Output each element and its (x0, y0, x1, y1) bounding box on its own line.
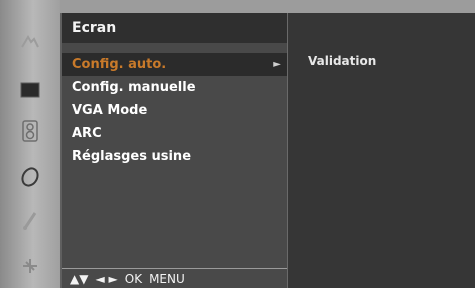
screen-icon[interactable] (15, 76, 45, 104)
navigation-hint-bar: ▲▼ ◄ ► OK MENU (62, 268, 289, 288)
up-down-arrows-icon: ▲▼ (70, 271, 89, 286)
settings-icon[interactable] (15, 252, 45, 280)
menu-item-auto-config[interactable]: Config. auto. ► (62, 53, 289, 76)
menu-item-vga-mode[interactable]: VGA Mode (62, 99, 289, 122)
audio-icon[interactable] (15, 117, 45, 145)
menu-item-label: Config. auto. (72, 57, 167, 72)
submenu-panel: Validation (287, 13, 475, 288)
category-icon-rail (0, 0, 60, 288)
menu-item-arc[interactable]: ARC (62, 122, 289, 145)
menu-title: Ecran (62, 13, 289, 43)
menu-item-label: VGA Mode (72, 103, 148, 118)
osd-screen: Ecran Config. auto. ► Config. manuelle V… (0, 0, 475, 288)
menu-item-label: Config. manuelle (72, 80, 196, 95)
ok-hint: OK (124, 271, 143, 286)
left-right-arrows-icon: ◄ ► (95, 271, 118, 286)
menu-hint: MENU (149, 271, 185, 286)
time-icon[interactable] (15, 163, 45, 191)
menu-item-label: Réglasges usine (72, 149, 192, 164)
menu-item-manual-config[interactable]: Config. manuelle (62, 76, 289, 99)
submenu-arrow-icon: ► (273, 59, 281, 70)
special-icon[interactable] (15, 206, 45, 234)
menu-item-label: ARC (72, 126, 102, 141)
menu-list: Config. auto. ► Config. manuelle VGA Mod… (62, 53, 289, 168)
submenu-item-validation[interactable]: Validation (308, 54, 376, 68)
picture-icon[interactable] (15, 28, 45, 56)
menu-item-factory-reset[interactable]: Réglasges usine (62, 145, 289, 168)
osd-menu-panel: Ecran Config. auto. ► Config. manuelle V… (60, 13, 289, 288)
